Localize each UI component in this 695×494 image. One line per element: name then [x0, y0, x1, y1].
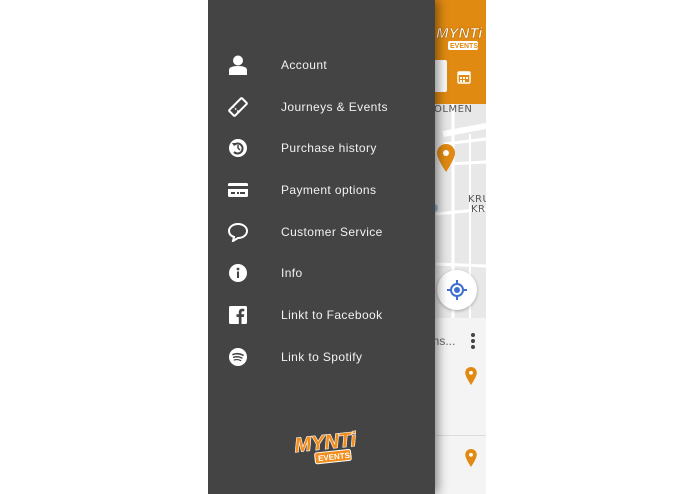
menu-item-label: Link to Spotify: [281, 349, 363, 364]
menu-item-account[interactable]: Account: [208, 44, 435, 86]
menu-item-info[interactable]: Info: [208, 252, 435, 294]
menu-item-label: Info: [281, 266, 303, 281]
map-pin-icon[interactable]: [437, 144, 455, 172]
map-label: KRO: [471, 204, 486, 215]
brand-logo: MYNTi EVENTS: [293, 430, 356, 465]
menu-item-spotify[interactable]: Link to Spotify: [208, 336, 435, 378]
menu-item-payment-options[interactable]: Payment options: [208, 169, 435, 211]
svg-text:MYNTi: MYNTi: [436, 25, 483, 42]
svg-text:EVENTS: EVENTS: [450, 43, 478, 50]
facebook-icon: [228, 305, 248, 325]
menu-item-label: Account: [281, 57, 328, 72]
menu-item-facebook[interactable]: Linkt to Facebook: [208, 294, 435, 336]
crosshair-icon: [447, 280, 467, 300]
calendar-icon[interactable]: [457, 70, 471, 84]
chat-bubble-icon: [228, 222, 248, 242]
brand-logo-header: MYNTi EVENTS: [436, 25, 484, 50]
ticket-icon: [228, 96, 248, 117]
spotify-icon: [228, 347, 248, 367]
list-pin-icon: [465, 449, 477, 467]
person-icon: [228, 55, 248, 75]
navigation-drawer: Account Journeys & Events Purchase histo…: [208, 0, 435, 494]
drawer-menu: Account Journeys & Events Purchase histo…: [208, 44, 435, 378]
menu-item-label: Payment options: [281, 182, 377, 197]
info-icon: [228, 263, 248, 283]
menu-item-label: Customer Service: [281, 224, 383, 239]
history-icon: [228, 138, 248, 158]
more-options-icon[interactable]: [470, 333, 476, 351]
menu-item-purchase-history[interactable]: Purchase history: [208, 127, 435, 169]
list-pin-icon: [465, 367, 477, 385]
menu-item-label: Journeys & Events: [281, 99, 388, 114]
menu-item-label: Linkt to Facebook: [281, 307, 383, 322]
card-icon: [228, 180, 248, 200]
menu-item-journeys-events[interactable]: Journeys & Events: [208, 86, 435, 128]
menu-item-label: Purchase history: [281, 141, 377, 156]
phone-screen: MYNTi EVENTS OLMEN KRU KRO: [208, 0, 486, 494]
menu-item-customer-service[interactable]: Customer Service: [208, 211, 435, 253]
map-label: OLMEN: [434, 104, 473, 115]
locate-me-button[interactable]: [437, 270, 477, 310]
